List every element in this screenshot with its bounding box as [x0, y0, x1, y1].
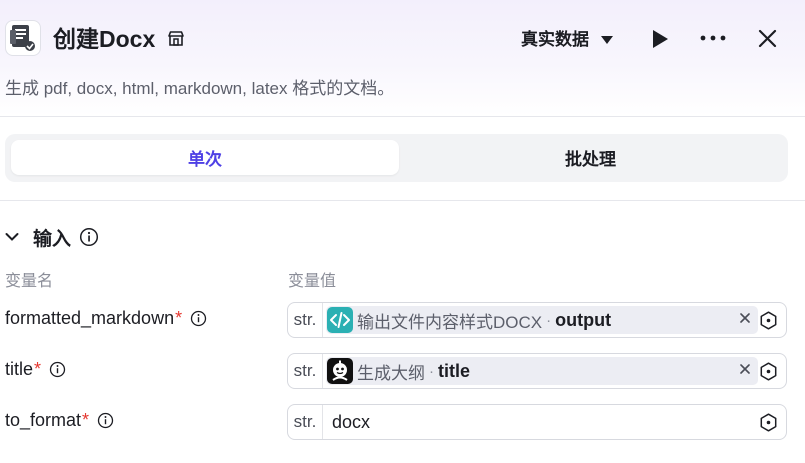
code-icon — [327, 307, 353, 333]
remove-reference-icon[interactable] — [740, 313, 750, 323]
inputs-section-toggle[interactable]: 输入 — [5, 225, 99, 250]
column-header-name: 变量名 — [5, 273, 54, 290]
ref-variable: title — [438, 360, 471, 381]
ref-variable: output — [555, 309, 612, 330]
tab-batch[interactable]: 批处理 — [399, 140, 782, 175]
remove-reference-icon[interactable] — [740, 364, 750, 374]
close-icon[interactable] — [758, 29, 777, 48]
field-value[interactable]: docx — [332, 412, 370, 433]
param-name: formatted_markdown — [5, 308, 175, 328]
data-mode-label: 真实数据 — [521, 30, 589, 49]
reference-chip[interactable]: 输出文件内容样式DOCX · output — [326, 306, 758, 334]
node-header: 创建Docx 真实数据 生成 pdf, docx, html, markdown… — [0, 0, 805, 117]
type-tag: str. — [288, 354, 323, 388]
param-name: title — [5, 359, 34, 379]
param-row-title: title * — [5, 359, 66, 380]
info-icon[interactable] — [190, 310, 207, 327]
ref-node-name: 生成大纲 — [357, 363, 425, 383]
param-name: to_format — [5, 410, 82, 430]
node-title: 创建Docx — [53, 26, 156, 52]
param-row-formatted-markdown: formatted_markdown * — [5, 308, 207, 329]
type-tag: str. — [288, 303, 323, 337]
more-icon[interactable] — [700, 34, 726, 42]
ref-separator: · — [429, 362, 434, 380]
required-marker: * — [175, 308, 183, 328]
store-icon[interactable] — [166, 29, 186, 49]
tab-single[interactable]: 单次 — [11, 140, 399, 175]
variable-select-icon[interactable] — [759, 311, 778, 330]
robot-icon — [327, 358, 353, 384]
docx-document-icon — [5, 20, 41, 56]
required-marker: * — [82, 410, 90, 430]
column-header-value: 变量值 — [288, 273, 337, 290]
value-field-formatted-markdown[interactable]: str. 输出文件内容样式DOCX · output — [287, 302, 787, 338]
reference-chip[interactable]: 生成大纲 · title — [326, 357, 758, 385]
chevron-down-icon — [5, 233, 19, 241]
ref-node-name: 输出文件内容样式DOCX — [357, 312, 543, 332]
ref-separator: · — [546, 311, 552, 329]
required-marker: * — [34, 359, 42, 379]
variable-select-icon[interactable] — [759, 362, 778, 381]
info-icon[interactable] — [79, 227, 99, 247]
info-icon[interactable] — [49, 361, 66, 378]
info-icon[interactable] — [97, 412, 114, 429]
play-icon[interactable] — [651, 29, 669, 49]
param-row-to-format: to_format * — [5, 410, 114, 431]
value-field-to-format[interactable]: str. docx — [287, 404, 787, 440]
value-field-title[interactable]: str. 生成大纲 · title — [287, 353, 787, 389]
divider — [0, 200, 805, 201]
node-description: 生成 pdf, docx, html, markdown, latex 格式的文… — [5, 79, 395, 98]
type-tag: str. — [288, 405, 323, 439]
variable-select-icon[interactable] — [759, 413, 778, 432]
section-title: 输入 — [33, 228, 72, 250]
run-mode-tabs: 单次 批处理 — [5, 134, 788, 182]
caret-down-icon — [601, 36, 613, 44]
data-mode-dropdown[interactable]: 真实数据 — [521, 28, 613, 52]
